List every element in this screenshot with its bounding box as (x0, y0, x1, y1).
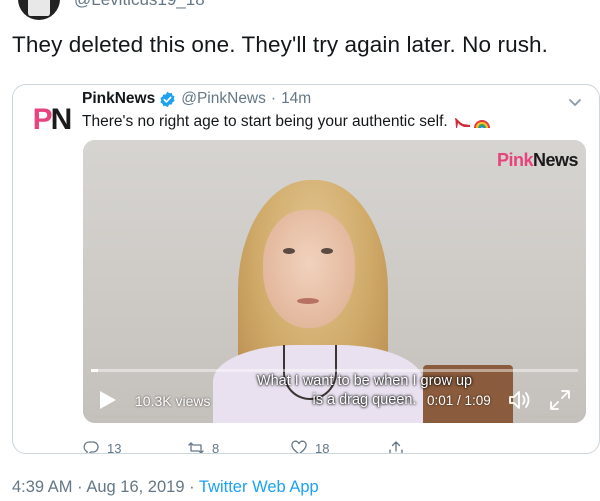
meta-source-link[interactable]: Twitter Web App (199, 478, 319, 496)
video-progress-bar[interactable] (91, 369, 578, 372)
retweet-action[interactable]: 8 (188, 440, 220, 454)
reply-action[interactable]: 13 (83, 440, 122, 454)
author-handle[interactable]: @PinkNews (181, 90, 266, 108)
share-action[interactable] (388, 440, 412, 453)
logo-letter-n: N (50, 103, 73, 136)
share-icon (389, 441, 403, 453)
previous-tweet-header-cut: @Leviticus19_18 (0, 0, 600, 22)
verified-badge-icon (160, 91, 175, 107)
video-person-mouth (297, 298, 319, 304)
meta-separator: · (189, 478, 195, 496)
video-person-eye (321, 248, 333, 254)
quoted-text-body: There's no right age to start being your… (82, 113, 448, 130)
like-action[interactable]: 18 (291, 440, 330, 454)
video-person-face (263, 210, 355, 328)
meta-separator: · (77, 478, 83, 496)
rainbow-icon (473, 120, 490, 129)
tweet-meta: 4:39 AM · Aug 16, 2019 · Twitter Web App (12, 478, 319, 497)
watermark-pink: Pink (496, 150, 534, 170)
quoted-tweet-text: There's no right age to start being your… (82, 113, 491, 131)
author-name[interactable]: PinkNews (82, 90, 155, 108)
retweet-count: 8 (212, 440, 220, 454)
reply-icon (83, 441, 99, 453)
like-count: 18 (315, 440, 330, 454)
retweet-icon (188, 442, 204, 453)
chevron-down-icon[interactable] (567, 94, 583, 110)
quoted-tweet-actions: 13 8 18 (83, 440, 413, 454)
play-icon[interactable] (99, 390, 117, 410)
video-timer: 0:01 / 1:09 (427, 393, 491, 408)
volume-icon[interactable] (508, 390, 534, 410)
meta-date[interactable]: Aug 16, 2019 (86, 478, 184, 496)
high-heel-icon (454, 118, 470, 128)
tweet-text: They deleted this one. They'll try again… (12, 32, 549, 57)
view-count: 10.3K views (135, 393, 211, 409)
user-handle[interactable]: @Leviticus19_18 (74, 0, 205, 10)
meta-time[interactable]: 4:39 AM (12, 478, 73, 496)
user-avatar[interactable] (18, 0, 60, 20)
subtitle-line-1: What I want to be when I grow up (256, 373, 473, 389)
video-progress-fill (91, 369, 99, 372)
logo-letter-p: P (32, 103, 53, 136)
watermark-dark: News (532, 150, 579, 170)
quoted-tweet-card[interactable]: P N PinkNews @PinkNews · 14m There's no … (12, 84, 600, 454)
video-player[interactable]: PinkNews What I want to be when I grow u… (83, 140, 586, 423)
reply-count: 13 (107, 440, 122, 454)
separator-dot: · (270, 90, 277, 107)
quoted-tweet-header: PinkNews @PinkNews · 14m (82, 90, 311, 108)
heart-icon (291, 440, 307, 453)
fullscreen-icon[interactable] (549, 389, 571, 411)
tweet-time[interactable]: 14m (281, 90, 311, 108)
pinknews-avatar[interactable]: P N (28, 97, 74, 143)
video-person-eye (283, 248, 295, 254)
pinknews-watermark: PinkNews (496, 150, 579, 171)
